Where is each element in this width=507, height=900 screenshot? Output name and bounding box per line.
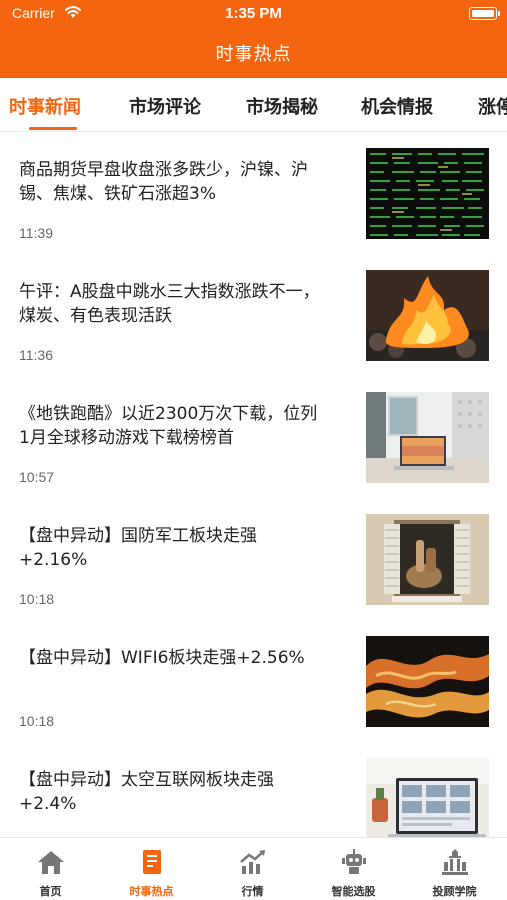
nav-quotes-label: 行情: [241, 885, 264, 898]
nav-smart-picks[interactable]: 智能选股: [303, 838, 404, 900]
tab-market-review[interactable]: 市场评论: [129, 93, 201, 119]
news-time: 10:18: [19, 591, 55, 607]
tab-market-secrets[interactable]: 市场揭秘: [246, 93, 318, 119]
nav-advisor-academy-label: 投顾学院: [432, 885, 477, 898]
nav-current-events[interactable]: 时事热点: [101, 838, 202, 900]
news-thumbnail: [366, 392, 489, 483]
tab-current-news[interactable]: 时事新闻: [9, 93, 81, 119]
news-title: 《地铁跑酷》以近2300万次下载，位列1月全球移动游戏下载榜榜首: [19, 404, 318, 448]
battery-icon: [469, 7, 497, 20]
bottom-tab-bar: 首页 时事热点 行情 智能选股 投顾学院: [0, 837, 507, 900]
status-bar: Carrier 1:35 PM: [0, 0, 507, 28]
news-time: 11:36: [19, 347, 53, 363]
nav-advisor-academy[interactable]: 投顾学院: [404, 838, 505, 900]
active-tab-indicator: [29, 127, 77, 130]
nav-current-events-label: 时事热点: [129, 885, 174, 898]
news-title: 【盘中异动】太空互联网板块走强+2.4%: [19, 770, 274, 814]
tab-opportunity-intel[interactable]: 机会情报: [361, 93, 433, 119]
battery-cap: [498, 11, 500, 16]
news-time: 11:39: [19, 225, 53, 241]
news-item[interactable]: 【盘中异动】国防军工板块走强+2.16% 10:18: [0, 511, 507, 633]
news-thumbnail: [366, 758, 489, 849]
news-title: 【盘中异动】WIFI6板块走强+2.56%: [19, 648, 305, 668]
category-tabs: 时事新闻 市场评论 市场揭秘 机会情报 涨停: [0, 78, 507, 132]
news-time: 10:57: [19, 469, 55, 485]
home-icon: [38, 851, 64, 874]
news-time: 10:18: [19, 713, 55, 729]
nav-home-label: 首页: [39, 885, 62, 898]
nav-smart-picks-label: 智能选股: [331, 885, 376, 898]
news-icon: [143, 850, 161, 874]
news-item[interactable]: 午评：A股盘中跳水三大指数涨跌不一，煤炭、有色表现活跃 11:36: [0, 267, 507, 389]
nav-home[interactable]: 首页: [0, 838, 101, 900]
robot-icon: [342, 849, 366, 874]
news-thumbnail: [366, 148, 489, 239]
news-item[interactable]: 《地铁跑酷》以近2300万次下载，位列1月全球移动游戏下载榜榜首 10:57: [0, 389, 507, 511]
news-item[interactable]: 【盘中异动】WIFI6板块走强+2.56% 10:18: [0, 633, 507, 755]
tab-limit-up[interactable]: 涨停: [478, 93, 507, 119]
building-icon: [442, 849, 468, 875]
news-thumbnail: [366, 636, 489, 727]
news-title: 商品期货早盘收盘涨多跌少，沪镍、沪锡、焦煤、铁矿石涨超3%: [19, 160, 308, 204]
nav-quotes[interactable]: 行情: [202, 838, 303, 900]
news-thumbnail: [366, 270, 489, 361]
news-item[interactable]: 商品期货早盘收盘涨多跌少，沪镍、沪锡、焦煤、铁矿石涨超3% 11:39: [0, 145, 507, 267]
news-thumbnail: [366, 514, 489, 605]
chart-icon: [240, 850, 265, 874]
header-bar: Carrier 1:35 PM 时事热点: [0, 0, 507, 78]
news-title: 午评：A股盘中跳水三大指数涨跌不一，煤炭、有色表现活跃: [19, 282, 320, 326]
news-title: 【盘中异动】国防军工板块走强+2.16%: [19, 526, 257, 570]
status-time: 1:35 PM: [225, 5, 282, 22]
page-title: 时事热点: [215, 44, 292, 65]
